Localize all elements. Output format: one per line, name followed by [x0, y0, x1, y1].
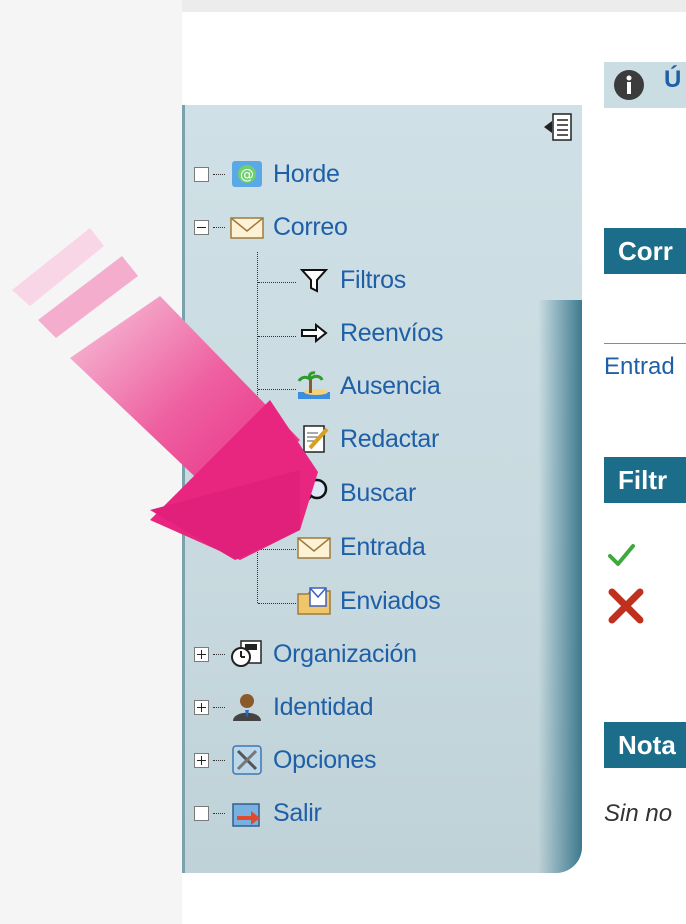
tree-connector: [258, 389, 296, 390]
tree-leaf-box: [194, 805, 209, 821]
compose-icon: [303, 425, 329, 453]
tree-dots: [213, 653, 225, 655]
sent-folder-icon: [297, 587, 331, 615]
tree-connector: [258, 603, 296, 604]
sidebar-item-label: Identidad: [273, 692, 374, 721]
organizer-icon: [231, 640, 262, 667]
sidebar-item-reenvios[interactable]: Reenvíos: [296, 318, 444, 348]
sidebar-item-label: Ausencia: [340, 371, 441, 400]
notes-empty-text: Sin no: [604, 800, 673, 827]
tree-connector: [258, 336, 296, 337]
sidebar-item-salir[interactable]: Salir: [194, 798, 322, 828]
tree-leaf-box: [194, 166, 209, 182]
tree-connector: [258, 282, 296, 283]
tree-dots: [213, 173, 225, 175]
inbox-icon: [297, 537, 331, 559]
vacation-icon: [297, 371, 330, 399]
sidebar-item-entrada[interactable]: Entrada: [296, 532, 426, 562]
page-gutter: [0, 0, 182, 924]
tree-connector: [258, 549, 296, 550]
expand-toggle[interactable]: [194, 752, 209, 768]
cross-icon: [608, 588, 644, 624]
sidebar-item-label: Correo: [273, 212, 348, 241]
tree-dots: [213, 706, 225, 708]
horde-icon: @: [232, 161, 262, 187]
sidebar-item-buscar[interactable]: Buscar: [296, 478, 416, 508]
search-icon: [300, 478, 328, 508]
sidebar-item-filtros[interactable]: Filtros: [296, 265, 406, 295]
tree-dots: [213, 759, 225, 761]
inbox-link[interactable]: Entrad: [604, 353, 675, 381]
info-text: Ú: [664, 66, 682, 93]
sidebar-item-identidad[interactable]: Identidad: [194, 692, 373, 722]
sidebar-item-organizacion[interactable]: Organización: [194, 639, 417, 669]
collapse-toggle[interactable]: [194, 219, 209, 235]
tree-connector: [258, 496, 296, 497]
section-header-filtros: Filtr: [604, 457, 686, 503]
sidebar-item-enviados[interactable]: Enviados: [296, 586, 441, 616]
filter-icon: [299, 269, 329, 293]
options-icon: [232, 745, 262, 775]
collapse-sidebar-icon[interactable]: [541, 110, 575, 146]
sidebar-item-label: Filtros: [340, 265, 406, 294]
sidebar-item-horde[interactable]: @ Horde: [194, 159, 340, 189]
tree-connector: [258, 442, 296, 443]
tree-connector: [257, 252, 258, 603]
sidebar-shadow: [538, 300, 582, 873]
sidebar-item-redactar[interactable]: Redactar: [296, 424, 439, 454]
sidebar-item-ausencia[interactable]: Ausencia: [296, 371, 441, 401]
tree-dots: [213, 226, 225, 228]
sidebar-item-label: Organización: [273, 639, 417, 668]
expand-toggle[interactable]: [194, 646, 209, 662]
expand-toggle[interactable]: [194, 699, 209, 715]
forward-arrow-icon: [301, 322, 328, 344]
sidebar-item-correo[interactable]: Correo: [194, 212, 348, 242]
sidebar-item-label: Redactar: [340, 424, 440, 453]
divider: [604, 343, 686, 344]
sidebar-item-label: Reenvíos: [340, 318, 444, 347]
svg-text:@: @: [240, 167, 254, 183]
sidebar-item-label: Entrada: [340, 532, 426, 561]
checkmark-icon: [608, 544, 635, 566]
tree-dots: [213, 812, 225, 814]
sidebar-item-label: Buscar: [340, 478, 417, 507]
logout-icon: [232, 803, 260, 827]
sidebar-item-label: Horde: [273, 159, 340, 188]
sidebar-item-opciones[interactable]: Opciones: [194, 745, 377, 775]
sidebar-item-label: Salir: [273, 798, 322, 827]
mail-icon: [230, 217, 264, 239]
info-icon: [614, 70, 644, 100]
identity-icon: [233, 694, 261, 721]
sidebar-item-label: Enviados: [340, 586, 441, 615]
sidebar-item-label: Opciones: [273, 745, 377, 774]
section-header-notas: Nota: [604, 722, 686, 768]
section-header-correo: Corr: [604, 228, 686, 274]
